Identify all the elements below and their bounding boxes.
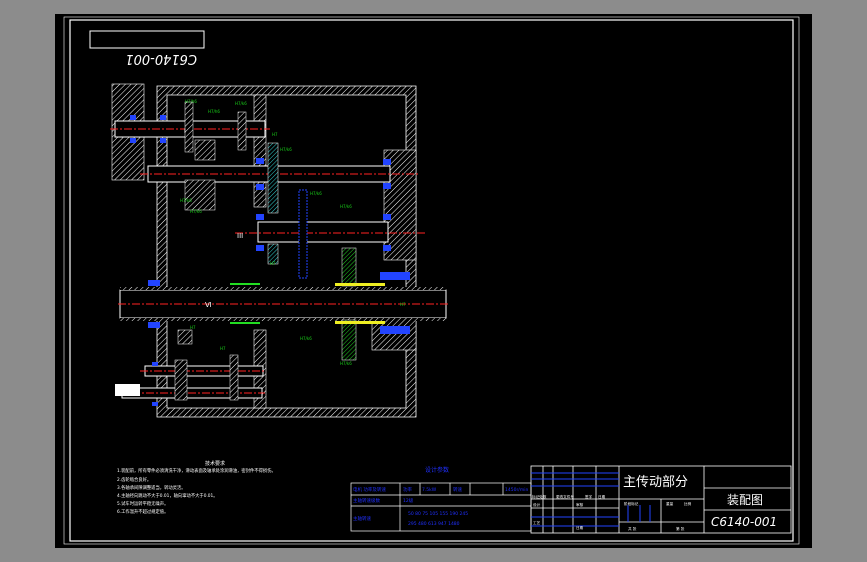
drawing-text: 比例 [684, 501, 692, 506]
drawing-text: 日期 [598, 494, 606, 499]
drawing-text: H7/k6 [280, 147, 292, 152]
drawing-text: 设计 [533, 502, 541, 507]
param-title: 设计参数 [425, 466, 449, 474]
drawing-text: 50 80 75 105 155 190 245 [408, 511, 468, 517]
drawing-text: 审核 [576, 502, 584, 507]
drawing-text: 295 480 613 947 1480 [408, 521, 460, 527]
drawing-text: 电机 功率及转速 [353, 486, 386, 493]
drawing-text: H7/k6 [235, 101, 247, 106]
drawing-text: 12级 [403, 497, 414, 504]
drawing-text: H7/k6 [340, 361, 352, 366]
note-1: 1.装配前，所有零件必须清洗干净，滑动表面及轴承处涂润滑油，密封件不得损伤。 [117, 467, 276, 474]
drawing-text: H7/k6 [190, 209, 202, 214]
drawing-text: 更改文件号 [556, 494, 574, 499]
shaft-label-iii: III [237, 232, 243, 240]
note-5: 5.试车时运转平稳无噪声。 [117, 500, 168, 507]
drawing-text: 标记处数 [532, 494, 547, 499]
drawing-text: 日期 [576, 525, 584, 530]
drawing-text: 签字 [585, 494, 593, 499]
drawing-text: 共 张 [628, 526, 637, 531]
title-part-name: 主传动部分 [623, 475, 688, 490]
drawing-text: H7 [272, 132, 278, 137]
drawing-text: 1450r/min [505, 487, 528, 493]
drawing-text: H7/h6 [185, 99, 197, 104]
notes-title: 技术要求 [205, 460, 225, 467]
drawing-text: 阶段标记 [624, 501, 639, 506]
note-4: 4.主轴径向跳动不大于0.01，轴向窜动不大于0.01。 [117, 492, 218, 499]
drawing-text: H7 [190, 325, 196, 330]
note-3: 3.各轴承间隙调整适当，转动灵活。 [117, 484, 186, 491]
title-drawing-code: C6140-001 [711, 515, 777, 529]
mirrored-code: C6140-001 [125, 51, 197, 66]
drawing-text: H7 [220, 346, 226, 351]
shaft-label-vi: Ⅵ [205, 301, 211, 309]
drawing-text: H7 [270, 261, 276, 266]
drawing-text: H7/k6 [340, 204, 352, 209]
drawing-text: H7/k6 [310, 191, 322, 196]
drawing-text: H7/k6 [180, 198, 192, 203]
title-drawing-type: 装配图 [727, 493, 763, 507]
shaft-label-i: I [184, 128, 186, 135]
drawing-text: 重量 [666, 501, 674, 506]
drawing-text: H7/k6 [300, 336, 312, 341]
drawing-text: 功率 [403, 486, 412, 493]
drawing-text: H7/h6 [208, 109, 220, 114]
drawing-text: 主轴转速 [353, 515, 371, 522]
drawing-text: 转速 [453, 486, 462, 493]
drawing-text: 工艺 [533, 520, 541, 525]
drawing-text: H7 [400, 302, 406, 307]
cad-drawing-canvas[interactable]: C6140-001 III Ⅵ I H7/h6 H7/k6H7/h6 H7H7/… [0, 0, 867, 562]
note-2: 2.齿轮啮合良好。 [117, 476, 151, 483]
drawing-text: 7.5kW [422, 487, 437, 493]
drawing-text: 第 张 [676, 526, 685, 531]
note-6: 6.工作温升不超过规定值。 [117, 508, 168, 515]
drawing-text: 主轴转速级数 [353, 497, 380, 504]
